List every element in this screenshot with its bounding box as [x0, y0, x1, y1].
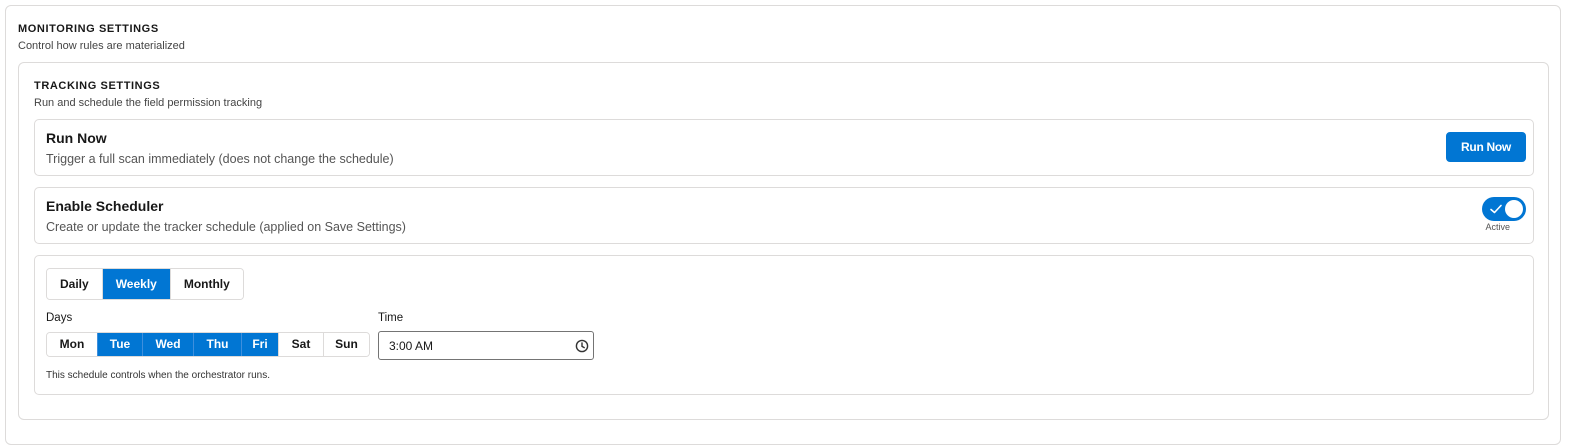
- day-option-tue[interactable]: Tue: [97, 333, 142, 356]
- frequency-selector: Daily Weekly Monthly: [46, 268, 244, 300]
- scheduler-status-label: Active: [1485, 222, 1510, 232]
- day-option-fri[interactable]: Fri: [241, 333, 278, 356]
- days-selector: Mon Tue Wed Thu Fri Sat Sun: [46, 332, 370, 357]
- days-label: Days: [46, 312, 73, 324]
- schedule-note: This schedule controls when the orchestr…: [46, 370, 270, 381]
- time-input[interactable]: 3:00 AM: [378, 331, 594, 360]
- tracking-settings-subtitle: Run and schedule the field permission tr…: [34, 97, 263, 109]
- monitoring-settings-subtitle: Control how rules are materialized: [18, 40, 185, 52]
- toggle-knob: [1505, 200, 1523, 218]
- clock-icon[interactable]: [575, 339, 589, 353]
- tracking-settings-panel: TRACKING SETTINGS Run and schedule the f…: [18, 62, 1549, 420]
- day-option-sat[interactable]: Sat: [278, 333, 323, 356]
- run-now-description: Trigger a full scan immediately (does no…: [46, 152, 394, 166]
- run-now-button[interactable]: Run Now: [1446, 132, 1526, 162]
- monitoring-settings-title: MONITORING SETTINGS: [18, 23, 159, 35]
- enable-scheduler-title: Enable Scheduler: [46, 198, 164, 214]
- day-option-sun[interactable]: Sun: [323, 333, 369, 356]
- schedule-config-card: Daily Weekly Monthly Days Mon Tue Wed Th…: [34, 255, 1534, 395]
- run-now-title: Run Now: [46, 130, 107, 146]
- time-value: 3:00 AM: [389, 339, 434, 353]
- run-now-card: Run Now Trigger a full scan immediately …: [34, 119, 1534, 176]
- time-label: Time: [378, 312, 404, 324]
- frequency-option-monthly[interactable]: Monthly: [169, 269, 243, 299]
- frequency-option-weekly[interactable]: Weekly: [101, 269, 170, 299]
- check-icon: [1490, 204, 1502, 214]
- scheduler-toggle[interactable]: [1482, 197, 1526, 221]
- frequency-option-daily[interactable]: Daily: [47, 269, 102, 299]
- tracking-settings-title: TRACKING SETTINGS: [34, 80, 161, 92]
- enable-scheduler-description: Create or update the tracker schedule (a…: [46, 220, 406, 234]
- day-option-wed[interactable]: Wed: [142, 333, 193, 356]
- day-option-thu[interactable]: Thu: [193, 333, 241, 356]
- monitoring-settings-panel: MONITORING SETTINGS Control how rules ar…: [5, 5, 1561, 445]
- enable-scheduler-card: Enable Scheduler Create or update the tr…: [34, 187, 1534, 244]
- day-option-mon[interactable]: Mon: [47, 333, 97, 356]
